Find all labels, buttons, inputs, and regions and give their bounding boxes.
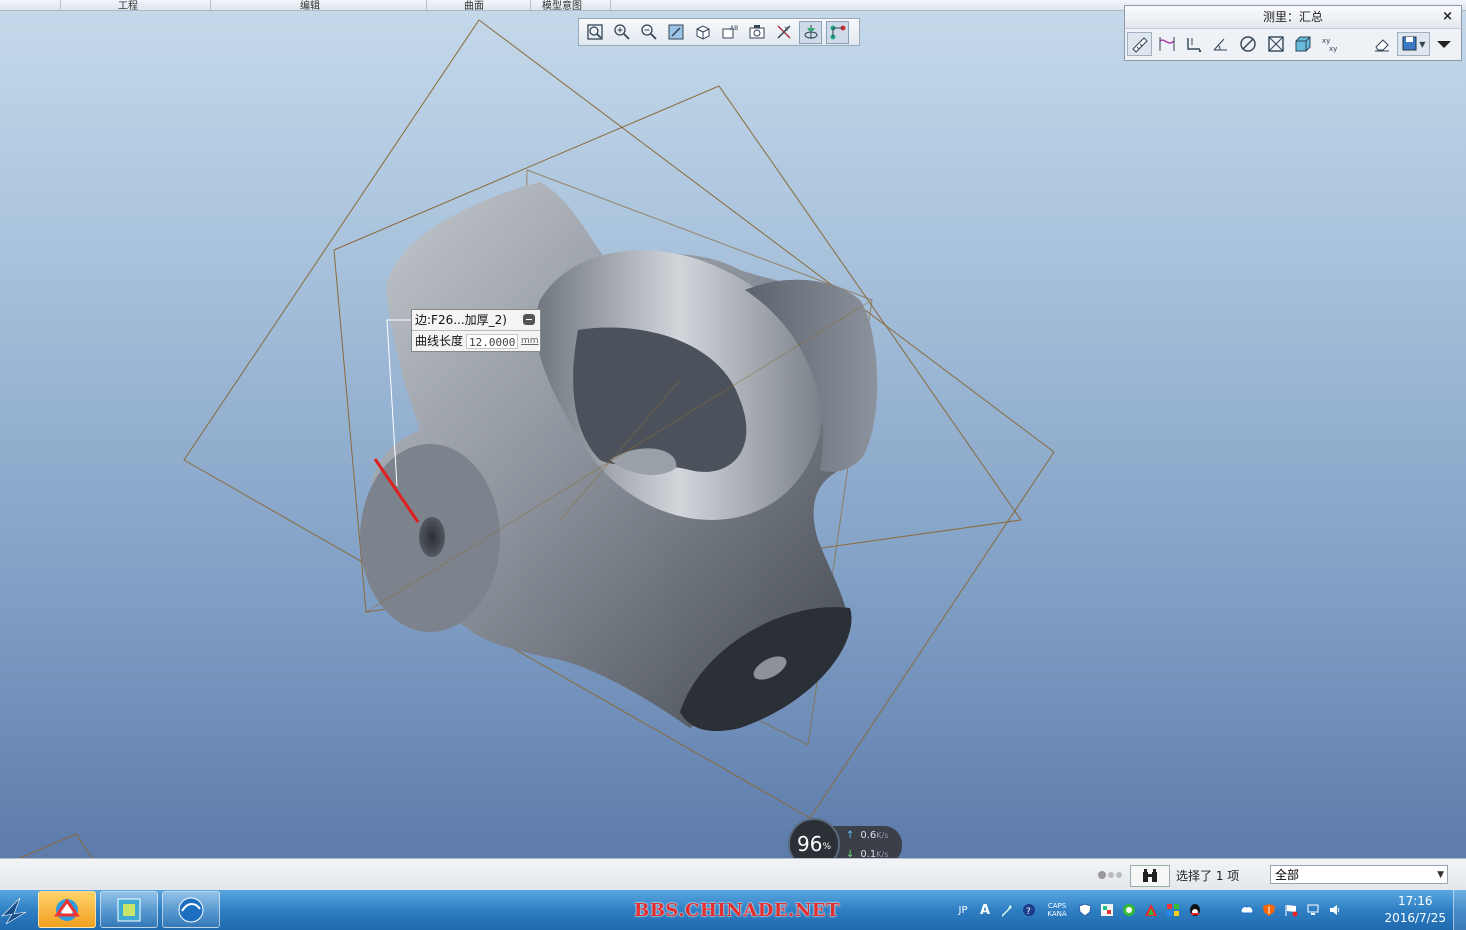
- save-icon[interactable]: ▼: [1396, 32, 1430, 56]
- clock-time: 17:16: [1397, 894, 1433, 908]
- grid-app-icon[interactable]: [1099, 902, 1115, 918]
- diameter-icon[interactable]: [1236, 32, 1261, 56]
- svg-text:xy: xy: [1329, 45, 1337, 53]
- upload-rate-unit: K/s: [876, 831, 889, 840]
- taskbar-app-creo[interactable]: [100, 891, 158, 928]
- area-icon[interactable]: [1263, 32, 1288, 56]
- repaint-icon[interactable]: [664, 21, 687, 44]
- angle-icon[interactable]: [1181, 32, 1206, 56]
- selection-filter-dropdown[interactable]: 全部 ▼: [1270, 865, 1448, 884]
- caps-label: CAPS: [1047, 902, 1067, 910]
- help-icon[interactable]: ?: [1021, 902, 1037, 918]
- status-indicator: [1098, 871, 1124, 879]
- spin-center-icon[interactable]: [799, 20, 822, 44]
- left-boss-hole: [419, 517, 445, 557]
- measure-callout[interactable]: 边:F26...加厚_2) 曲线长度 12.0000 mm: [411, 309, 541, 352]
- system-tray: JP A ? CAPS KANA: [955, 890, 1349, 930]
- zoom-in-icon[interactable]: [610, 21, 633, 44]
- filter-value: 全部: [1275, 868, 1300, 882]
- eraser-icon[interactable]: [1370, 32, 1395, 56]
- unit-link[interactable]: mm: [521, 331, 539, 351]
- saved-views-icon[interactable]: AB: [718, 21, 741, 44]
- ribbon-group-edit[interactable]: 编辑: [300, 0, 320, 12]
- ime-mode-indicator[interactable]: A: [977, 902, 993, 918]
- ime-lang-indicator[interactable]: JP: [955, 902, 971, 918]
- gauge-percent: 96: [796, 832, 823, 856]
- display-style-icon[interactable]: [691, 21, 714, 44]
- selection-status: 选择了 1 项: [1176, 869, 1240, 883]
- curve-length-value: 12.0000: [466, 333, 519, 349]
- measure-panel: 测里：汇总 × xy xy ▼: [1124, 5, 1462, 61]
- ribbon-group-engineering[interactable]: 工程: [118, 0, 138, 12]
- graphics-viewport[interactable]: 边:F26...加厚_2) 曲线长度 12.0000 mm: [0, 0, 1466, 858]
- windows-app-icon[interactable]: [1165, 902, 1181, 918]
- upload-arrow-icon: ↑: [846, 830, 855, 841]
- cloud-sync-icon[interactable]: [1239, 902, 1255, 918]
- distance-icon[interactable]: [1154, 32, 1179, 56]
- refit-icon[interactable]: [583, 21, 606, 44]
- callout-reference: 边:F26...加厚_2): [415, 313, 507, 327]
- panel-menu-icon[interactable]: [1432, 32, 1457, 56]
- system-clock[interactable]: 17:16 2016/7/25: [1384, 893, 1446, 927]
- volume-icon[interactable]: [1290, 32, 1315, 56]
- find-binoculars-icon[interactable]: [1130, 865, 1170, 887]
- watermark-text: BBS.CHINADE.NET: [634, 900, 840, 921]
- collapse-icon[interactable]: [523, 314, 535, 325]
- svg-text:AB: AB: [730, 25, 738, 32]
- wrench-icon[interactable]: [999, 902, 1015, 918]
- length-icon[interactable]: [1127, 32, 1153, 56]
- triangle-app-icon[interactable]: [1143, 902, 1159, 918]
- caps-kana-indicator: CAPS KANA: [1043, 902, 1071, 918]
- svg-text:?: ?: [1026, 907, 1031, 917]
- network-icon[interactable]: [1305, 902, 1321, 918]
- chevron-down-icon: ▼: [1437, 870, 1444, 880]
- refresh-app-icon[interactable]: [1121, 902, 1137, 918]
- show-desktop-button[interactable]: [1453, 890, 1466, 930]
- shield-icon[interactable]: [1077, 902, 1093, 918]
- graphics-toolbar: AB X: [578, 18, 860, 46]
- measure-panel-title: 测里：汇总: [1262, 10, 1323, 24]
- clock-date: 2016/7/25: [1384, 911, 1446, 925]
- kana-label: KANA: [1047, 910, 1067, 918]
- security-shield-icon[interactable]: [1261, 902, 1277, 918]
- status-bar: 选择了 1 项 全部 ▼: [0, 858, 1466, 891]
- start-icon[interactable]: [0, 894, 30, 926]
- taskbar-app-globe[interactable]: [162, 891, 220, 928]
- datum-display-icon[interactable]: X: [772, 21, 795, 44]
- svg-text:xy: xy: [1322, 37, 1330, 45]
- model-render[interactable]: [0, 0, 1466, 858]
- upload-rate: 0.6: [860, 830, 877, 841]
- annotation-display-icon[interactable]: [826, 20, 849, 44]
- view-manager-icon[interactable]: [745, 21, 768, 44]
- svg-text:X: X: [784, 26, 788, 33]
- ribbon-group-surface[interactable]: 曲面: [464, 0, 484, 12]
- gauge-percent-sign: %: [822, 842, 831, 852]
- ribbon-group-model-intent[interactable]: 模型意图: [542, 0, 582, 12]
- action-center-flag-icon[interactable]: [1283, 902, 1299, 918]
- callout-label: 曲线长度: [415, 334, 464, 348]
- close-icon[interactable]: ×: [1442, 6, 1453, 28]
- transform-icon[interactable]: xy xy: [1317, 32, 1342, 56]
- qq-penguin-icon[interactable]: [1187, 902, 1203, 918]
- taskbar-app-browser[interactable]: [38, 891, 96, 928]
- volume-speaker-icon[interactable]: [1327, 902, 1343, 918]
- radius-icon[interactable]: [1209, 32, 1234, 56]
- taskbar: BBS.CHINADE.NET JP A ? CAPS KANA 17:16 2…: [0, 890, 1466, 930]
- zoom-out-icon[interactable]: [637, 21, 660, 44]
